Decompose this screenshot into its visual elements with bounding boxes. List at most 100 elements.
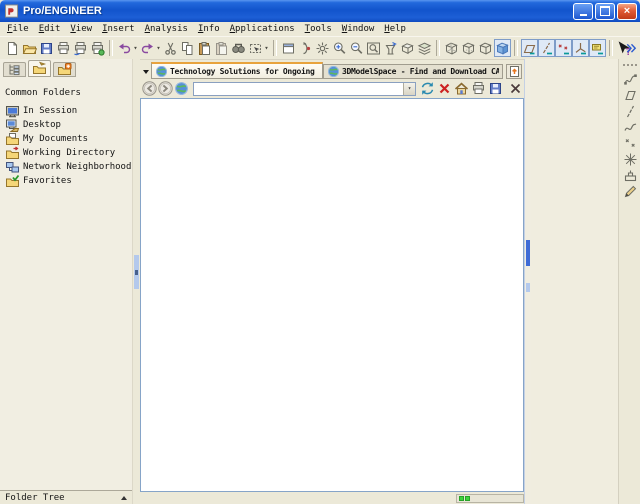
wireframe-button[interactable] (443, 39, 460, 57)
new-icon (5, 41, 20, 56)
datum-axes-toggle[interactable] (538, 39, 555, 57)
menu-file[interactable]: File (2, 24, 34, 34)
menu-info[interactable]: Info (193, 24, 225, 34)
paste-special-button[interactable] (213, 39, 230, 57)
toolbar-overflow-icon[interactable] (624, 41, 638, 55)
progress-block (465, 496, 470, 501)
favorites-tab[interactable] (53, 62, 76, 77)
folder-item-my-documents[interactable]: My Documents (5, 132, 132, 146)
desktop-icon (5, 118, 20, 133)
paste-button[interactable] (196, 39, 213, 57)
folder-item-desktop[interactable]: Desktop (5, 118, 132, 132)
regenerate-button[interactable] (314, 39, 331, 57)
select-button[interactable] (247, 39, 270, 57)
datum-plane-tool-button[interactable] (621, 88, 639, 103)
datum-planes-toggle[interactable] (521, 39, 538, 57)
find-button[interactable] (230, 39, 247, 57)
expand-folder-tree-icon[interactable] (121, 496, 127, 500)
folder-item-in-session[interactable]: In Session (5, 104, 132, 118)
maximize-button[interactable] (595, 3, 615, 20)
dt-note-icon (590, 41, 605, 56)
folder-browser-tab[interactable] (28, 60, 51, 77)
open-button[interactable] (21, 39, 38, 57)
reorient-button[interactable] (382, 39, 399, 57)
minimize-button[interactable] (573, 3, 593, 20)
tab-technology-solutions[interactable]: Technology Solutions for Ongoing P... (151, 62, 323, 79)
saved-views-button[interactable] (399, 39, 416, 57)
menu-window[interactable]: Window (337, 24, 380, 34)
folder-item-favorites[interactable]: Favorites (5, 174, 132, 188)
model-tree-tab[interactable] (3, 62, 26, 77)
folder-item-network-neighborhood[interactable]: Network Neighborhood (5, 160, 132, 174)
mail-button[interactable] (89, 39, 106, 57)
layers-button[interactable] (416, 39, 433, 57)
close-browser-button[interactable] (509, 82, 522, 95)
new-button[interactable] (4, 39, 21, 57)
browser-sash-handle[interactable] (526, 240, 530, 266)
datum-csys-tool-button[interactable] (621, 152, 639, 167)
redo-button[interactable] (139, 39, 162, 57)
menu-insert[interactable]: Insert (97, 24, 140, 34)
save-button[interactable] (38, 39, 55, 57)
model-notes-tool-button[interactable] (621, 168, 639, 183)
datum-curve-tool-button[interactable] (621, 120, 639, 135)
folder-label: Network Neighborhood (23, 162, 131, 172)
tab-list-dropdown-icon[interactable] (140, 64, 151, 79)
menu-help[interactable]: Help (379, 24, 411, 34)
annotations-toggle[interactable] (589, 39, 606, 57)
cut-button[interactable] (162, 39, 179, 57)
curve-through-points-tool-button[interactable] (621, 72, 639, 87)
print-page-button[interactable] (471, 81, 486, 96)
browser-sash-handle-small[interactable] (526, 283, 530, 292)
toolbar-grip[interactable] (623, 64, 637, 66)
menu-tools[interactable]: Tools (300, 24, 337, 34)
regen-icon (315, 41, 330, 56)
go-button[interactable] (174, 81, 189, 96)
navigator-sash-handle[interactable] (134, 255, 139, 289)
main-toolbar: ? (0, 36, 640, 60)
forward-button[interactable] (158, 81, 173, 96)
zoom-in-button[interactable] (331, 39, 348, 57)
refit-button[interactable] (365, 39, 382, 57)
datum-points-toggle[interactable] (555, 39, 572, 57)
address-input[interactable] (194, 83, 403, 94)
menu-applications[interactable]: Applications (225, 24, 300, 34)
no-hidden-button[interactable] (477, 39, 494, 57)
back-button[interactable] (142, 81, 157, 96)
common-folders-header: Common Folders (5, 88, 132, 98)
browser-tab-bar: Technology Solutions for Ongoing P... 3D… (140, 62, 524, 79)
menu-analysis[interactable]: Analysis (140, 24, 193, 34)
datum-point-tool-button[interactable] (621, 136, 639, 151)
undo-button[interactable] (116, 39, 139, 57)
sketch-tool-button[interactable] (621, 184, 639, 199)
tab-3dmodelspace[interactable]: 3DModelSpace - Find and Download CAD Mod… (323, 64, 503, 79)
print-button[interactable] (55, 39, 72, 57)
folder-item-working-directory[interactable]: Working Directory (5, 146, 132, 160)
home-button[interactable] (454, 81, 469, 96)
model-player-button[interactable] (297, 39, 314, 57)
menu-view[interactable]: View (65, 24, 97, 34)
menu-edit[interactable]: Edit (34, 24, 66, 34)
zoomout-icon (349, 41, 364, 56)
datum-toolbar (618, 59, 640, 504)
titlebar[interactable]: Pro/ENGINEER × (0, 0, 640, 22)
web-window-button[interactable] (280, 39, 297, 57)
hidden-line-button[interactable] (460, 39, 477, 57)
dt-axis-icon (539, 41, 554, 56)
address-dropdown-icon[interactable]: ▾ (403, 83, 415, 95)
close-button[interactable]: × (617, 3, 637, 20)
shaded-button[interactable] (494, 39, 511, 57)
new-tab-button[interactable] (506, 64, 522, 79)
save-page-button[interactable] (488, 81, 503, 96)
refresh-button[interactable] (420, 81, 435, 96)
print-preview-button[interactable] (72, 39, 89, 57)
cut-icon (163, 41, 178, 56)
datum-csys-toggle[interactable] (572, 39, 589, 57)
zoom-out-button[interactable] (348, 39, 365, 57)
model-tree-icon (7, 62, 22, 77)
folder-tree-bar[interactable]: Folder Tree (0, 490, 132, 504)
datum-axis-tool-button[interactable] (621, 104, 639, 119)
redo-icon (140, 41, 155, 56)
stop-button[interactable] (437, 81, 452, 96)
copy-button[interactable] (179, 39, 196, 57)
